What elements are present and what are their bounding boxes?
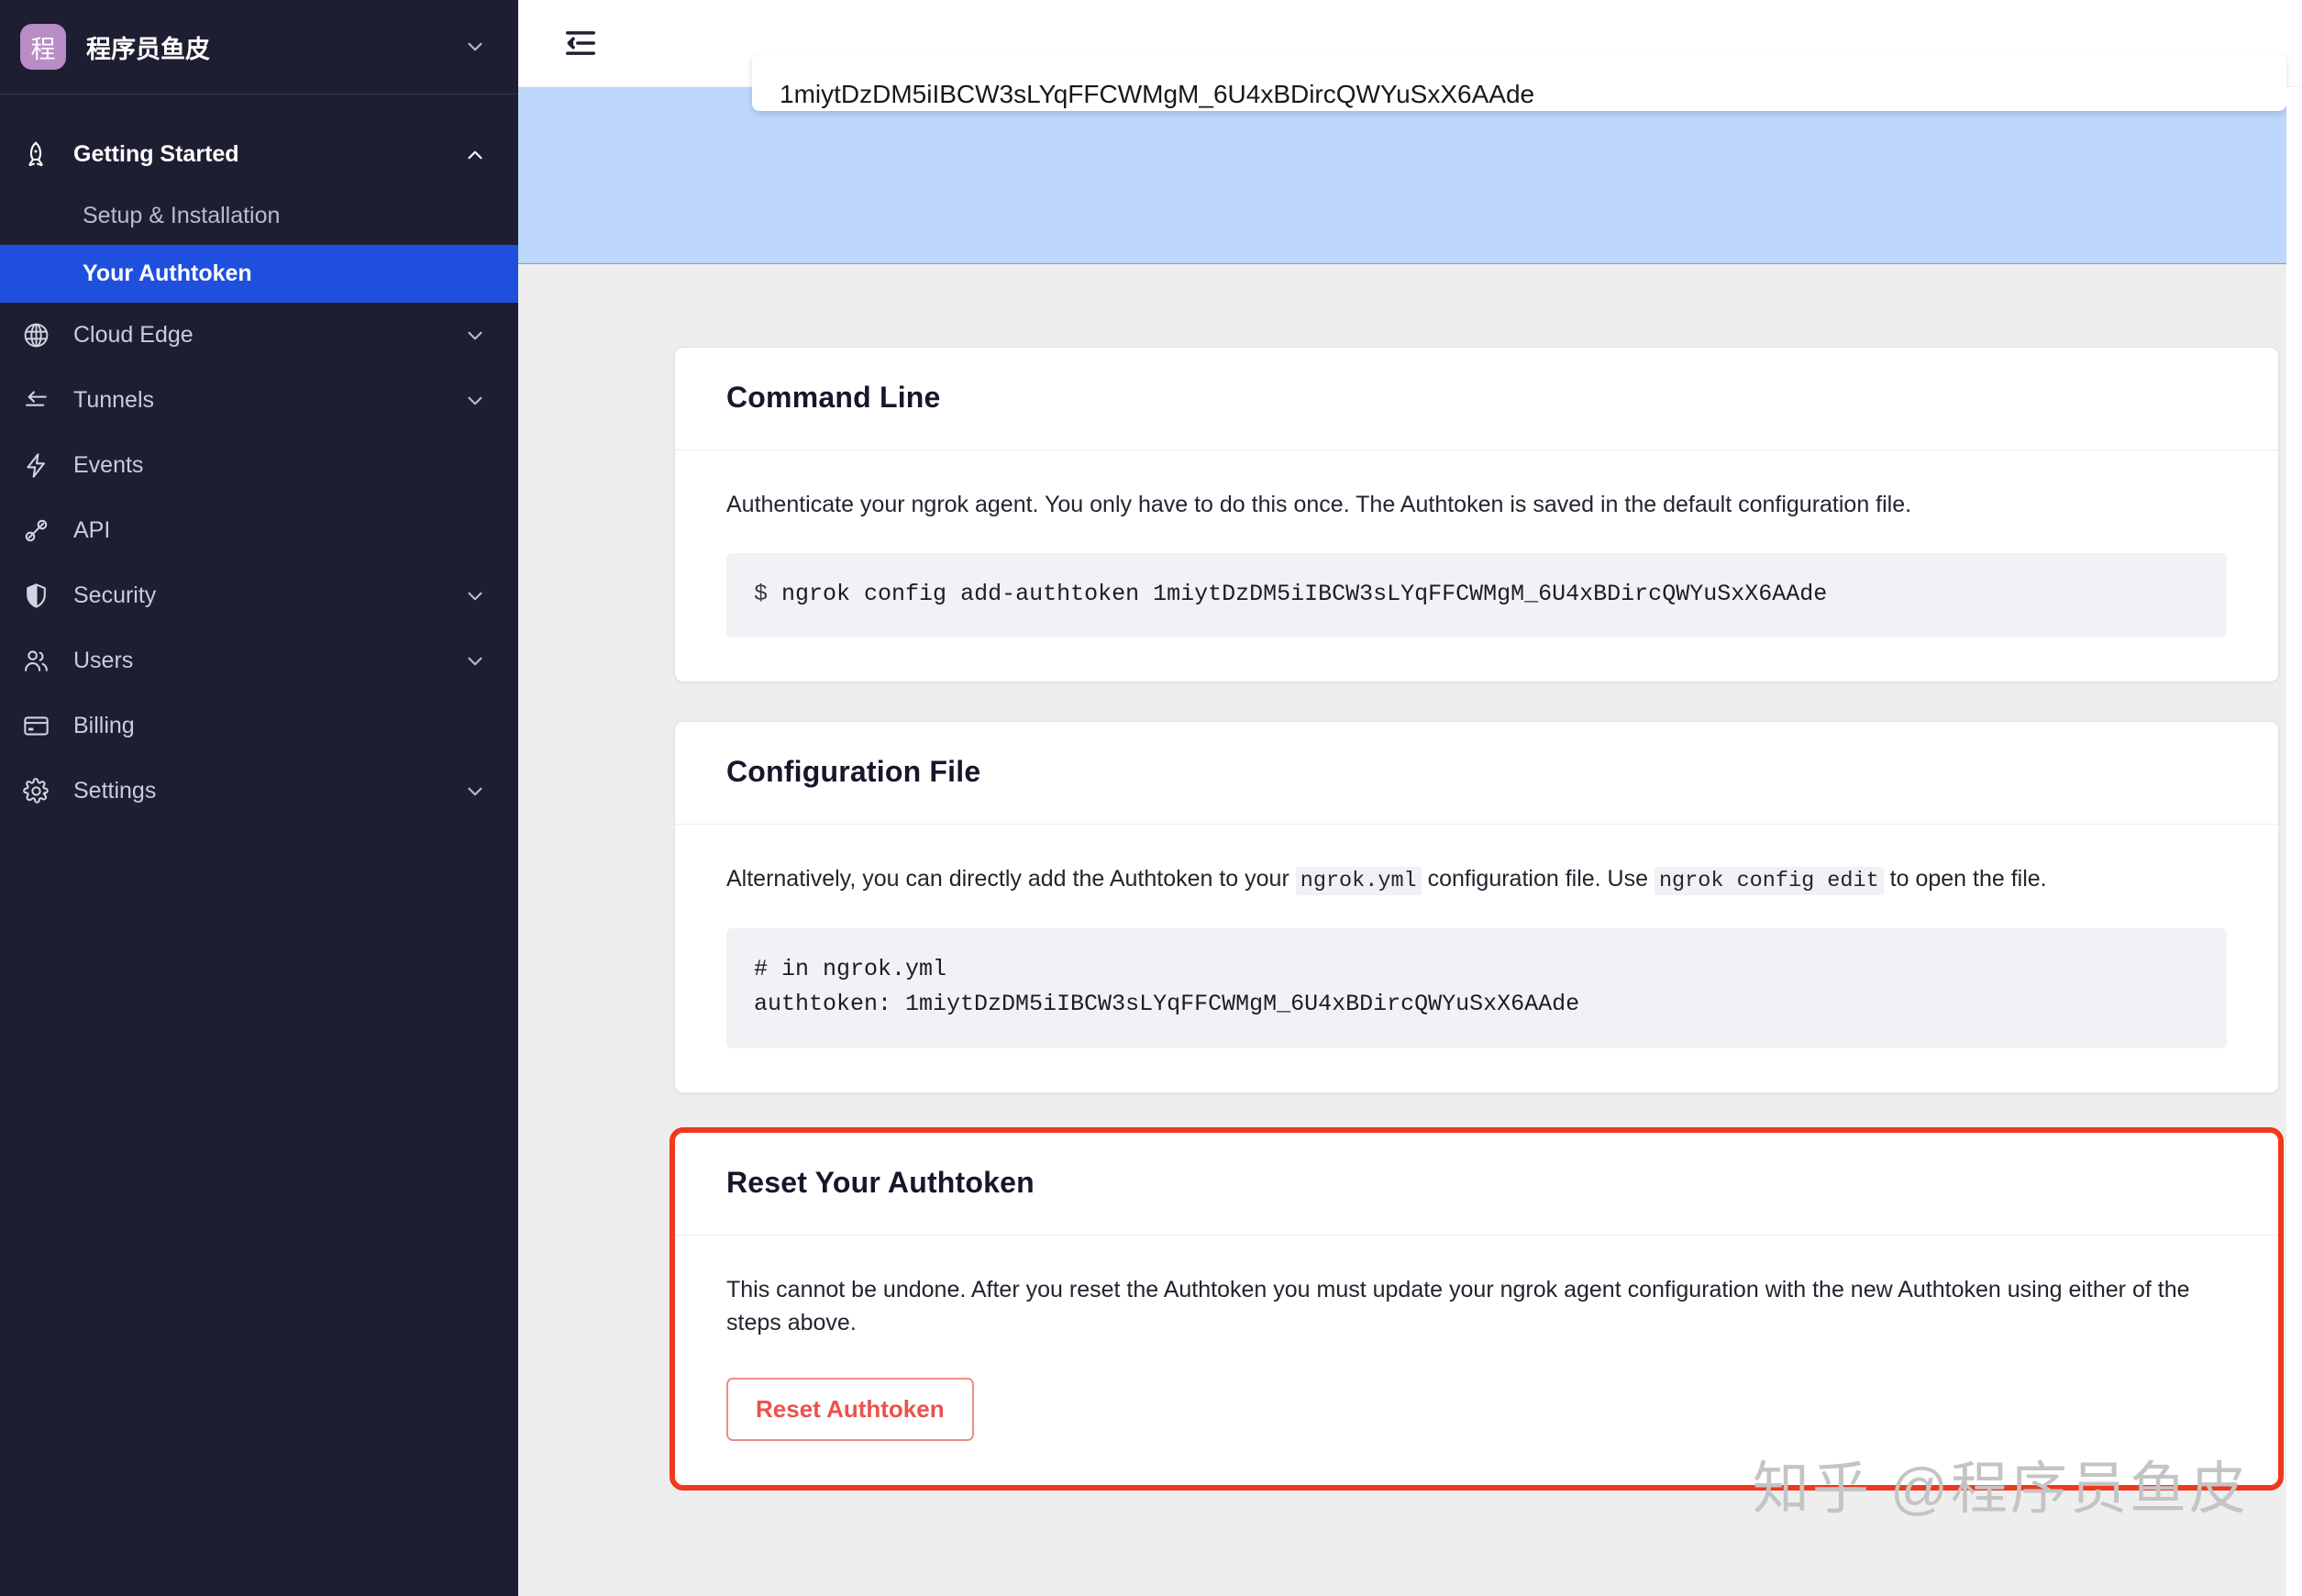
sidebar-item-events[interactable]: Events (0, 433, 518, 498)
authtoken-value: 1miytDzDM5iIBCW3sLYqFFCWMgM_6U4xBDircQWY… (780, 80, 1535, 108)
sidebar-item-label: API (73, 517, 111, 543)
no-chevron (463, 519, 487, 543)
sidebar-subitem-label: Setup & Installation (83, 203, 281, 228)
sidebar-item-label: Settings (73, 778, 157, 804)
globe-icon (20, 320, 51, 351)
chevron-down-icon[interactable] (463, 389, 487, 413)
configuration-file-title: Configuration File (726, 755, 981, 789)
gear-icon (20, 776, 51, 807)
card-body: Authenticate your ngrok agent. You only … (675, 450, 2278, 682)
sidebar-nav: Getting Started Setup & Installation You… (0, 94, 518, 824)
reset-authtoken-title: Reset Your Authtoken (726, 1166, 1035, 1200)
sidebar-item-billing[interactable]: Billing (0, 693, 518, 759)
main-content: 1miytDzDM5iIBCW3sLYqFFCWMgM_6U4xBDircQWY… (518, 0, 2302, 1596)
sidebar-item-cloud-edge[interactable]: Cloud Edge (0, 303, 518, 368)
sidebar-item-tunnels[interactable]: Tunnels (0, 368, 518, 433)
chevron-down-icon[interactable] (463, 584, 487, 608)
sidebar-item-label: Billing (73, 713, 135, 738)
org-switcher[interactable]: 程 程序员鱼皮 (0, 0, 518, 94)
configuration-file-code-block[interactable]: # in ngrok.yml authtoken: 1miytDzDM5iIBC… (726, 927, 2227, 1049)
app-root: 程 程序员鱼皮 Getting Started Setup & Installa… (0, 0, 2302, 1596)
card-body: This cannot be undone. After you reset t… (675, 1236, 2278, 1485)
rocket-icon (20, 139, 51, 171)
sidebar-subitem-label: Your Authtoken (83, 260, 252, 286)
sidebar-item-label: Users (73, 648, 134, 673)
no-chevron (463, 454, 487, 478)
shell-prompt-symbol: $ (754, 580, 769, 607)
content-scroll-area[interactable]: Command Line Authenticate your ngrok age… (518, 264, 2302, 1595)
credit-card-icon (20, 711, 51, 742)
sidebar-item-getting-started[interactable]: Getting Started (0, 122, 518, 187)
reset-authtoken-description: This cannot be undone. After you reset t… (726, 1277, 2190, 1336)
authtoken-banner: 1miytDzDM5iIBCW3sLYqFFCWMgM_6U4xBDircQWY… (518, 54, 2302, 264)
page-title: Command Line (726, 381, 941, 414)
configuration-file-description: Alternatively, you can directly add the … (726, 863, 2227, 896)
reset-authtoken-button[interactable]: Reset Authtoken (726, 1378, 974, 1442)
sidebar-item-your-authtoken[interactable]: Your Authtoken (0, 245, 518, 303)
sidebar-item-label: Tunnels (73, 387, 155, 413)
inline-code-ngrok-yml: ngrok.yml (1295, 867, 1422, 896)
command-line-description: Authenticate your ngrok agent. You only … (726, 492, 1912, 517)
sidebar-item-label: Getting Started (73, 141, 239, 167)
plug-connector-icon (20, 515, 51, 547)
org-name: 程序员鱼皮 (86, 35, 210, 63)
users-icon (20, 646, 51, 677)
chevron-down-icon[interactable] (463, 35, 487, 59)
config-text-part2: configuration file. Use (1421, 866, 1655, 892)
avatar: 程 (20, 24, 66, 70)
sidebar-item-security[interactable]: Security (0, 563, 518, 628)
chevron-down-icon[interactable] (463, 649, 487, 673)
tunnels-arrows-icon (20, 385, 51, 416)
sidebar-item-label: Cloud Edge (73, 322, 194, 348)
sidebar-item-settings[interactable]: Settings (0, 759, 518, 824)
command-line-card: Command Line Authenticate your ngrok age… (674, 347, 2279, 683)
chevron-down-icon[interactable] (463, 324, 487, 348)
inline-code-ngrok-config-edit: ngrok config edit (1654, 867, 1884, 896)
sidebar-item-label: Events (73, 452, 144, 478)
sidebar-item-users[interactable]: Users (0, 628, 518, 693)
sidebar-item-api[interactable]: API (0, 498, 518, 563)
config-text-part3: to open the file. (1883, 866, 2047, 892)
lightning-bolt-icon (20, 450, 51, 482)
sidebar-item-label: Security (73, 582, 157, 608)
command-line-code-block[interactable]: $ ngrok config add-authtoken 1miytDzDM5i… (726, 552, 2227, 638)
shield-icon (20, 581, 51, 612)
config-text-part1: Alternatively, you can directly add the … (726, 866, 1296, 892)
reset-authtoken-card: Reset Your Authtoken This cannot be undo… (670, 1127, 2284, 1491)
card-header: Command Line (675, 348, 2278, 450)
vertical-scrollbar[interactable] (2286, 87, 2302, 1596)
card-header: Reset Your Authtoken (675, 1133, 2278, 1236)
command-line-code: ngrok config add-authtoken 1miytDzDM5iIB… (781, 580, 1828, 607)
sidebar-item-setup-installation[interactable]: Setup & Installation (0, 187, 518, 245)
no-chevron (463, 715, 487, 738)
chevron-down-icon[interactable] (463, 780, 487, 804)
authtoken-value-box[interactable]: 1miytDzDM5iIBCW3sLYqFFCWMgM_6U4xBDircQWY… (752, 54, 2286, 111)
chevron-up-icon[interactable] (463, 143, 487, 167)
card-header: Configuration File (675, 722, 2278, 826)
card-body: Alternatively, you can directly add the … (675, 825, 2278, 1092)
collapse-sidebar-icon[interactable] (560, 23, 601, 63)
sidebar: 程 程序员鱼皮 Getting Started Setup & Installa… (0, 0, 518, 1596)
configuration-file-card: Configuration File Alternatively, you ca… (674, 721, 2279, 1094)
